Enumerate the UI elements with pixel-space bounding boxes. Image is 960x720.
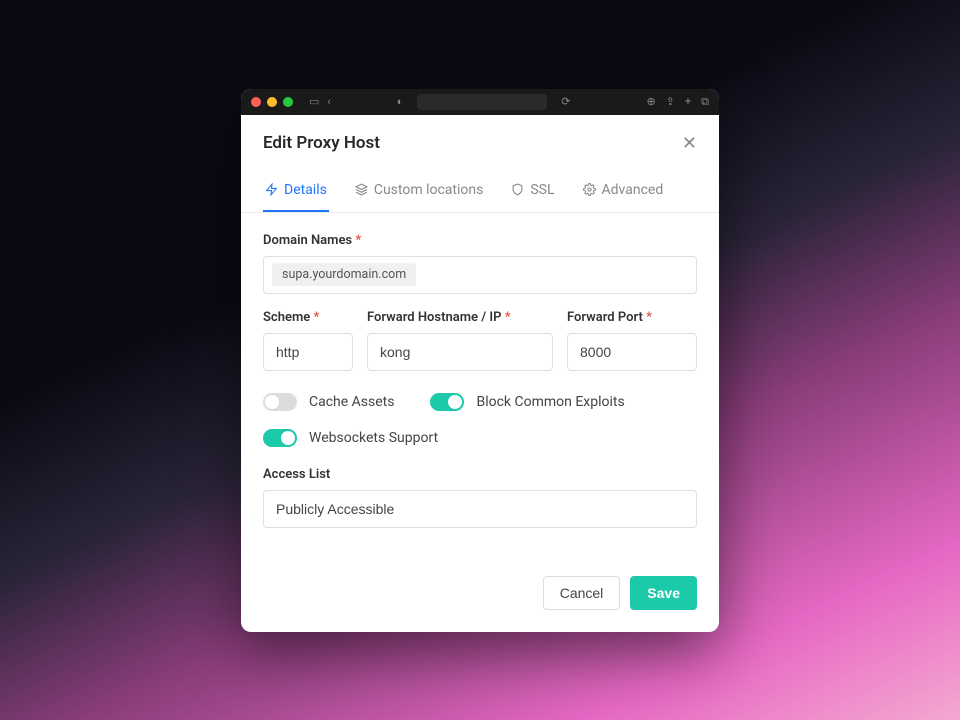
cancel-button[interactable]: Cancel	[543, 576, 621, 610]
block-exploits-label: Block Common Exploits	[476, 394, 624, 410]
domain-names-label: Domain Names *	[263, 233, 697, 248]
tab-custom-locations[interactable]: Custom locations	[353, 168, 486, 212]
field-forward-port: Forward Port *	[567, 310, 697, 371]
toggle-websockets: Websockets Support	[263, 423, 697, 453]
shield-icon	[511, 183, 524, 196]
close-button[interactable]: ✕	[682, 133, 697, 154]
field-domain-names: Domain Names * supa.yourdomain.com	[263, 233, 697, 294]
domain-chip[interactable]: supa.yourdomain.com	[272, 263, 416, 286]
zoom-dot-icon[interactable]	[283, 97, 293, 107]
forward-port-label: Forward Port *	[567, 310, 697, 325]
forward-port-input[interactable]	[567, 333, 697, 371]
forward-hostname-label: Forward Hostname / IP *	[367, 310, 553, 325]
share-icon[interactable]: ⇪	[666, 95, 675, 109]
traffic-lights[interactable]	[251, 97, 293, 107]
scheme-select[interactable]	[263, 333, 353, 371]
tab-advanced[interactable]: Advanced	[581, 168, 666, 212]
download-icon[interactable]: ⊕	[646, 95, 655, 109]
close-icon: ✕	[682, 133, 697, 153]
tabs-overview-icon[interactable]: ⧉	[701, 95, 709, 109]
toggle-block-exploits: Block Common Exploits	[430, 387, 624, 417]
tab-label: Advanced	[602, 182, 664, 198]
tab-label: SSL	[530, 182, 554, 198]
field-access-list: Access List	[263, 467, 697, 528]
required-asterisk: *	[355, 233, 361, 248]
gear-icon	[583, 183, 596, 196]
toggle-cache-assets: Cache Assets	[263, 387, 394, 417]
form-body: Domain Names * supa.yourdomain.com Schem…	[241, 213, 719, 554]
scheme-label: Scheme *	[263, 310, 353, 325]
cache-assets-toggle[interactable]	[263, 393, 297, 411]
required-asterisk: *	[646, 310, 652, 325]
tab-label: Custom locations	[374, 182, 484, 198]
browser-titlebar: ▭ ‹ ◐ ⟳ ⊕ ⇪ + ⧉	[241, 89, 719, 115]
websockets-label: Websockets Support	[309, 430, 438, 446]
layers-icon	[355, 183, 368, 196]
access-list-select[interactable]	[263, 490, 697, 528]
modal-footer: Cancel Save	[241, 554, 719, 632]
save-button[interactable]: Save	[630, 576, 697, 610]
field-forward-hostname: Forward Hostname / IP *	[367, 310, 553, 371]
minimize-dot-icon[interactable]	[267, 97, 277, 107]
back-chevron-icon[interactable]: ‹	[327, 95, 330, 108]
tab-details[interactable]: Details	[263, 168, 329, 212]
block-exploits-toggle[interactable]	[430, 393, 464, 411]
domain-names-input[interactable]: supa.yourdomain.com	[263, 256, 697, 294]
shield-icon[interactable]: ◐	[397, 95, 404, 108]
modal-title: Edit Proxy Host	[263, 133, 380, 153]
refresh-icon[interactable]: ⟳	[561, 95, 570, 108]
access-list-label: Access List	[263, 467, 697, 482]
cache-assets-label: Cache Assets	[309, 394, 394, 410]
url-bar[interactable]	[417, 94, 547, 110]
sidebar-toggle-icon[interactable]: ▭	[309, 95, 319, 108]
required-asterisk: *	[505, 310, 511, 325]
lightning-icon	[265, 183, 278, 196]
new-tab-icon[interactable]: +	[685, 95, 691, 109]
app-window: ▭ ‹ ◐ ⟳ ⊕ ⇪ + ⧉ Edit Proxy Host ✕ Detail…	[241, 89, 719, 632]
websockets-toggle[interactable]	[263, 429, 297, 447]
tab-ssl[interactable]: SSL	[509, 168, 556, 212]
field-scheme: Scheme *	[263, 310, 353, 371]
tab-label: Details	[284, 182, 327, 198]
required-asterisk: *	[314, 310, 320, 325]
close-dot-icon[interactable]	[251, 97, 261, 107]
modal-header: Edit Proxy Host ✕	[241, 115, 719, 168]
forward-hostname-input[interactable]	[367, 333, 553, 371]
tab-bar: Details Custom locations SSL Advanced	[241, 168, 719, 213]
